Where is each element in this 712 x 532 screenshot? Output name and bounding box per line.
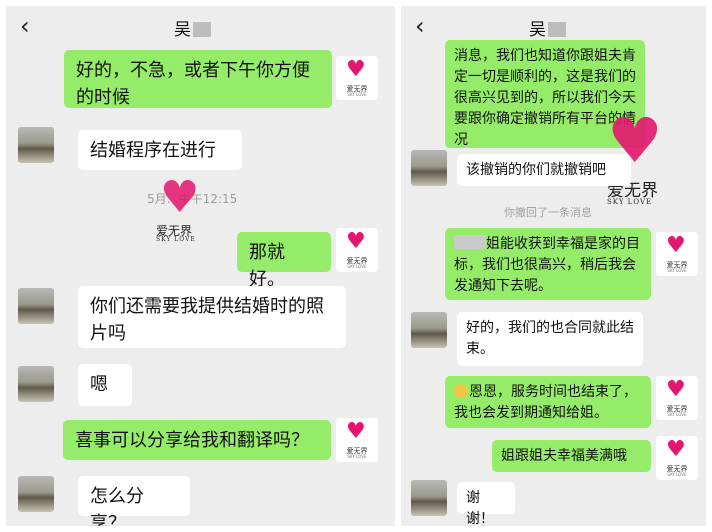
message-bubble-incoming[interactable]: 该撤销的你们就撤销吧 — [457, 154, 631, 186]
heart-icon: ♥ — [160, 172, 200, 223]
watermark-logo-sub: SKY LOVE — [607, 198, 653, 206]
chat-header: ‹ 吴 — [6, 6, 395, 46]
heart-icon: ♥ — [666, 233, 686, 258]
redacted-name — [548, 22, 566, 37]
chat-title: 吴 — [174, 15, 211, 40]
message-bubble-outgoing[interactable]: 那就好。 — [237, 232, 331, 290]
avatar-contact[interactable] — [411, 312, 447, 348]
heart-icon: ♥ — [346, 419, 366, 444]
message-bubble-incoming[interactable]: 结婚程序在进行 — [78, 130, 242, 170]
heart-icon: ♥ — [666, 437, 686, 462]
avatar-contact[interactable] — [411, 150, 447, 186]
message-bubble-outgoing[interactable]: 恩恩，服务时间也结束了，我也会发到期通知给姐。 — [445, 376, 651, 428]
chat-window-right: ‹ 吴 消息，我们也知道你跟姐夫肯定一切是顺利的，这是我们的很高兴见到的，所以我… — [401, 6, 706, 526]
chat-window-left: ‹ 吴 好的，不急，或者下午你方便的时候 ♥ 爱无界 SKY LOVE 结婚程序… — [6, 6, 395, 526]
message-bubble-incoming[interactable]: 怎么分享？ — [78, 476, 190, 526]
avatar-contact[interactable] — [411, 480, 447, 516]
avatar-me[interactable]: ♥ 爱无界 SKY LOVE — [656, 436, 698, 480]
message-bubble-incoming[interactable]: 谢谢！ — [457, 482, 515, 526]
message-bubble-outgoing[interactable]: 姐跟姐夫幸福美满哦 — [492, 440, 651, 472]
message-bubble-incoming[interactable]: 你们还需要我提供结婚时的照片吗 — [78, 286, 346, 348]
avatar-contact[interactable] — [18, 476, 54, 512]
redacted-name — [454, 235, 486, 249]
heart-icon: ♥ — [346, 229, 366, 254]
message-bubble-outgoing[interactable]: 好的，不急，或者下午你方便的时候 — [64, 50, 332, 108]
redacted-name — [193, 22, 211, 37]
avatar-contact[interactable] — [18, 366, 54, 402]
chat-title: 吴 — [529, 15, 566, 40]
avatar-me[interactable]: ♥ 爱无界 SKY LOVE — [336, 418, 378, 462]
avatar-me[interactable]: ♥ 爱无界 SKY LOVE — [656, 376, 698, 420]
heart-icon: ♥ — [666, 377, 686, 402]
message-bubble-incoming[interactable]: 嗯 — [78, 364, 132, 406]
message-bubble-incoming[interactable]: 好的，我们的也合同就此结束。 — [457, 312, 643, 366]
avatar-contact[interactable] — [18, 288, 54, 324]
heart-icon: ♥ — [346, 57, 366, 82]
avatar-contact[interactable] — [18, 127, 54, 163]
avatar-me[interactable]: ♥ 爱无界 SKY LOVE — [336, 56, 378, 100]
message-bubble-outgoing[interactable]: 姐能收获到幸福是家的目标，我们也很高兴，稍后我会发通知下去呢。 — [445, 228, 651, 300]
message-bubble-outgoing[interactable]: 喜事可以分享给我和翻译吗？ — [63, 420, 331, 460]
back-chevron-icon[interactable]: ‹ — [415, 12, 425, 40]
smile-emoji-icon — [454, 384, 468, 398]
system-notice: 你撤回了一条消息 — [504, 206, 592, 219]
watermark-logo-sub: SKY LOVE — [156, 236, 196, 243]
avatar-me[interactable]: ♥ 爱无界 SKY LOVE — [656, 232, 698, 276]
back-chevron-icon[interactable]: ‹ — [20, 12, 30, 40]
avatar-me[interactable]: ♥ 爱无界 SKY LOVE — [336, 228, 378, 272]
